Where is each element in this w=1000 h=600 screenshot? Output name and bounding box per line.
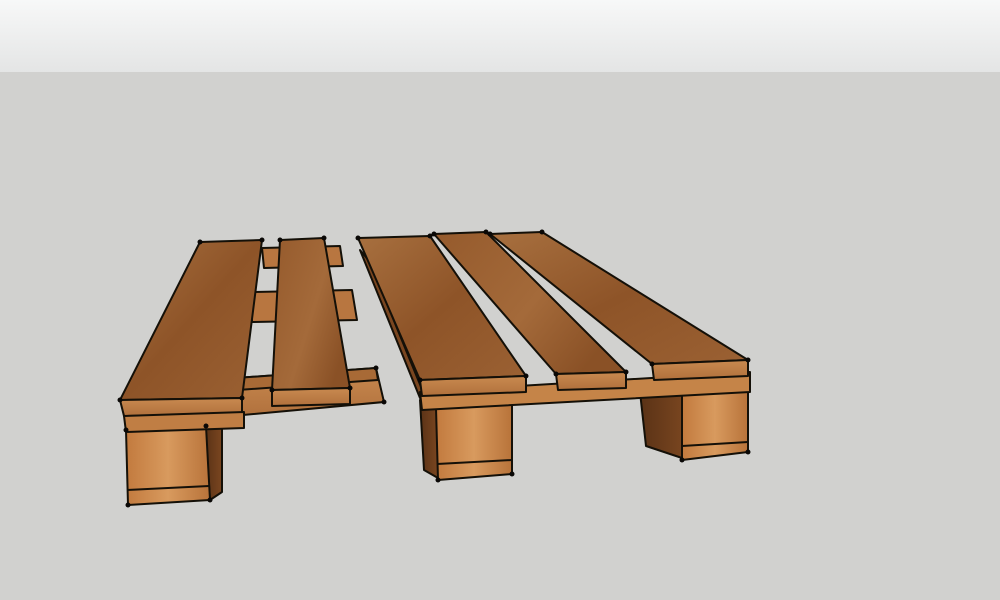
modeling-viewport[interactable] [0,0,1000,600]
pallet-right[interactable] [355,229,751,483]
right-rear-block-front [681,387,749,461]
left-top-board-2-front [271,387,351,407]
left-deck-front [123,411,245,433]
right-front-block-front [435,403,513,481]
pallet-left[interactable] [117,235,387,508]
right-top-board-3-front [651,359,749,381]
right-rear-block-side [639,389,686,459]
right-top-board-2-front [555,371,627,391]
left-top-board-1 [119,239,263,401]
right-top-board-1-front [419,375,527,397]
3d-scene[interactable] [0,0,1000,600]
left-block-front [125,425,211,506]
